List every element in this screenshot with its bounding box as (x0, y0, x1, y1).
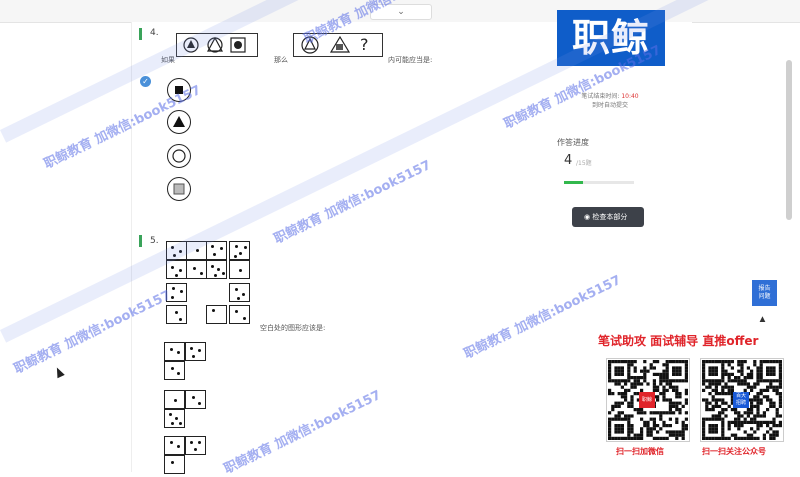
progress-bar (564, 181, 634, 184)
promo-banner: 笔试助攻 面试辅导 直推offer 职鲸 扫一扫加微信 百大 招聘 扫一扫关注公… (590, 322, 800, 472)
question-mark: ? (360, 35, 369, 54)
timer-note: 到时自动提交 (591, 102, 628, 109)
question-number: 4. (150, 28, 159, 38)
progress-count: 4 (564, 153, 573, 168)
progress-title: 作答进度 (557, 138, 589, 147)
prompt-text-blank: 内可能应当是: (388, 56, 433, 64)
qr2-badge-line1: 百大 (735, 393, 746, 399)
mouse-cursor-icon (53, 365, 65, 379)
circle-icon (172, 149, 186, 163)
report-issue-button[interactable]: 报告 问题 (752, 280, 777, 306)
qr2-caption: 扫一扫关注公众号 (702, 447, 766, 456)
triangle-icon (173, 116, 185, 127)
option-c-circle[interactable] (167, 144, 191, 168)
option-d-gray-square[interactable] (167, 177, 191, 201)
chevron-down-icon: ⌄ (397, 7, 405, 17)
wechat-qr-code: 职鲸 (606, 358, 690, 442)
timer-label: 笔试结束时间: (581, 93, 620, 100)
qr-badge: 职鲸 (639, 392, 655, 408)
answered-check-icon: ✓ (140, 76, 151, 87)
promo-title: 笔试助攻 面试辅导 直推offer (598, 334, 759, 348)
check-section-label: 检查本部分 (592, 213, 628, 221)
option-b-filled-triangle[interactable] (167, 110, 191, 134)
qr-badge: 百大 招聘 (733, 392, 749, 408)
qr1-caption: 扫一扫加微信 (616, 447, 664, 456)
question-number: 5. (150, 236, 159, 246)
exam-timer: 笔试结束时间: 10:40 到时自动提交 (560, 92, 660, 110)
report-label-2: 问题 (758, 293, 771, 300)
check-section-button[interactable]: ◉ 检查本部分 (572, 207, 644, 227)
option-a-filled-square[interactable] (167, 78, 191, 102)
question-prompt: 空白处的图形应该是: (260, 324, 326, 332)
square-icon (175, 86, 183, 94)
question-marker (139, 28, 142, 40)
progress-total: /15题 (576, 160, 592, 167)
timer-value: 10:40 (621, 93, 639, 100)
qr2-badge-line2: 招聘 (735, 400, 746, 406)
collapse-toggle-button[interactable]: ⌄ (370, 4, 432, 20)
sequence-shapes-2 (301, 35, 351, 54)
progress-bar-fill (564, 181, 583, 184)
scrollbar-thumb[interactable] (786, 60, 792, 220)
sequence-figure-2: ? (293, 33, 383, 57)
eye-icon: ◉ (584, 213, 591, 221)
official-account-qr-code: 百大 招聘 (700, 358, 784, 442)
gray-square-icon (173, 183, 185, 195)
prompt-text-then: 那么 (274, 56, 288, 64)
question-marker (139, 235, 142, 247)
report-label-1: 报告 (758, 285, 771, 292)
